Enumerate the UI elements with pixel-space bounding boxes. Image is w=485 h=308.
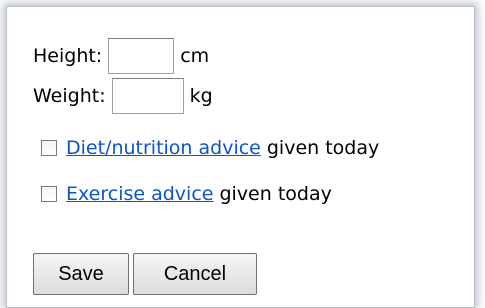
button-bar: Save Cancel — [33, 253, 261, 295]
height-input[interactable] — [108, 38, 175, 74]
exercise-advice-link[interactable]: Exercise advice — [66, 183, 213, 205]
height-row: Height: cm — [33, 38, 210, 74]
weight-unit: kg — [189, 85, 213, 107]
height-label: Height: — [33, 45, 103, 67]
weight-input[interactable] — [111, 78, 184, 114]
exercise-advice-row: Exercise advice given today — [41, 181, 332, 207]
exercise-advice-suffix: given today — [219, 183, 332, 205]
height-unit: cm — [180, 45, 210, 67]
diet-advice-row: Diet/nutrition advice given today — [41, 135, 379, 161]
exercise-advice-checkbox[interactable] — [41, 186, 57, 202]
save-button[interactable]: Save — [33, 253, 129, 295]
form-panel: Height: cm Weight: kg Diet/nutrition adv… — [6, 6, 475, 308]
diet-advice-link[interactable]: Diet/nutrition advice — [66, 137, 261, 159]
weight-label: Weight: — [33, 85, 106, 107]
weight-row: Weight: kg — [33, 78, 213, 114]
diet-advice-checkbox[interactable] — [41, 140, 57, 156]
cancel-button[interactable]: Cancel — [133, 253, 257, 295]
diet-advice-suffix: given today — [266, 137, 380, 159]
